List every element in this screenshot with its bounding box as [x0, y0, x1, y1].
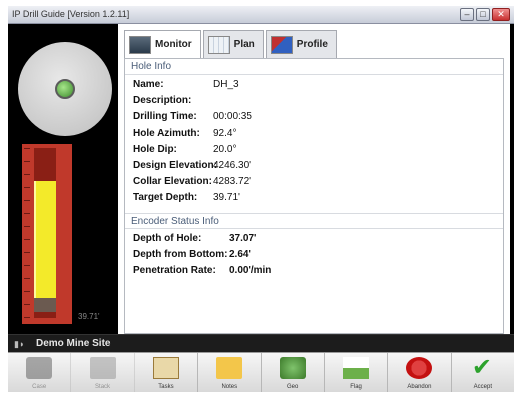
- info-value: 37.07': [229, 232, 257, 244]
- info-value: 4283.72': [213, 176, 252, 188]
- stack-icon: [89, 357, 116, 379]
- tool-label: Stack: [95, 384, 111, 390]
- signal-icon: ▮◗: [14, 339, 25, 349]
- abandon-icon: [406, 357, 433, 379]
- tab-monitor[interactable]: Monitor: [124, 30, 201, 58]
- info-value: 2.64': [229, 248, 251, 260]
- info-value: 4246.30': [213, 159, 252, 171]
- encoder-info-section: Depth of Hole: 37.07' Depth from Bottom: 2…: [125, 229, 503, 282]
- info-row: Name: DH_3: [133, 79, 503, 95]
- case-icon: [26, 357, 53, 379]
- info-row: Depth from Bottom: 2.64': [133, 249, 503, 265]
- bottom-toolbar: Case Stack Tasks Notes Geo Flag Abandon: [8, 352, 514, 392]
- tab-label: Plan: [233, 39, 255, 50]
- case-button[interactable]: Case: [8, 353, 72, 392]
- status-bar: ▮◗ Demo Mine Site: [8, 334, 514, 352]
- tool-label: Accept: [473, 384, 492, 390]
- app-window: IP Drill Guide [Version 1.2.11] – □ ✕ 39…: [8, 6, 514, 392]
- info-row: Design Elevation: 4246.30': [133, 160, 503, 176]
- plan-icon: [207, 35, 230, 54]
- info-key: Target Depth:: [133, 192, 198, 204]
- abandon-button[interactable]: Abandon: [388, 353, 452, 392]
- notes-icon: [216, 357, 243, 379]
- monitor-icon: [129, 35, 151, 54]
- tool-label: Case: [32, 384, 47, 390]
- tool-label: Tasks: [158, 384, 174, 390]
- info-value: 00:00:35: [213, 111, 252, 123]
- info-key: Design Elevation:: [133, 159, 217, 171]
- site-name: Demo Mine Site: [36, 338, 111, 349]
- info-value: 0.00'/min: [229, 264, 272, 276]
- info-key: Hole Dip:: [133, 143, 177, 155]
- tab-label: Profile: [296, 39, 328, 50]
- tool-label: Geo: [287, 384, 299, 390]
- gauge-scale: [24, 148, 30, 318]
- view-tabs: Monitor Plan Profile: [124, 30, 337, 58]
- close-button[interactable]: ✕: [492, 8, 510, 21]
- info-row: Hole Dip: 20.0°: [133, 144, 503, 160]
- info-row: Collar Elevation: 4283.72': [133, 176, 503, 192]
- info-key: Hole Azimuth:: [133, 127, 200, 139]
- profile-icon: [270, 35, 293, 54]
- info-row: Drilling Time: 00:00:35: [133, 111, 503, 127]
- tool-label: Notes: [221, 384, 238, 390]
- info-row: Depth of Hole: 37.07': [133, 233, 503, 249]
- info-value: DH_3: [213, 79, 239, 90]
- geo-icon: [279, 357, 306, 379]
- accept-button[interactable]: Accept: [452, 353, 514, 392]
- info-value: 20.0°: [213, 143, 237, 155]
- geo-button[interactable]: Geo: [262, 353, 325, 392]
- info-row: Hole Azimuth: 92.4°: [133, 128, 503, 144]
- info-key: Depth from Bottom:: [133, 248, 228, 260]
- target-dot-icon: [55, 79, 75, 99]
- info-value: 92.4°: [213, 127, 237, 139]
- info-row: Description:: [133, 95, 503, 111]
- hole-info-section: Name: DH_3 Description: Drilling Time: 00:…: [125, 75, 503, 209]
- tab-label: Monitor: [155, 39, 192, 50]
- info-key: Description:: [133, 95, 192, 107]
- flag-icon: [343, 357, 370, 379]
- gauge-bit-marker: [34, 298, 56, 312]
- main-content: Monitor Plan Profile Hole Info Name: DH_3…: [118, 24, 510, 334]
- tasks-icon: [152, 357, 179, 379]
- info-key: Name:: [133, 79, 164, 90]
- title-bar: IP Drill Guide [Version 1.2.11] – □ ✕: [8, 6, 514, 24]
- depth-gauge: [22, 144, 72, 324]
- info-key: Collar Elevation:: [133, 176, 212, 188]
- window-controls: – □ ✕: [460, 8, 510, 21]
- info-value: 39.71': [213, 192, 240, 204]
- notes-button[interactable]: Notes: [198, 353, 262, 392]
- accept-icon: [470, 353, 496, 382]
- direction-indicator: [18, 42, 112, 136]
- monitor-panel[interactable]: Hole Info Name: DH_3 Description: Drillin…: [124, 58, 504, 334]
- encoder-info-heading: Encoder Status Info: [125, 212, 503, 229]
- tab-plan[interactable]: Plan: [202, 30, 264, 58]
- info-row: Target Depth: 39.71': [133, 192, 503, 208]
- maximize-button[interactable]: □: [476, 8, 490, 21]
- minimize-button[interactable]: –: [460, 8, 474, 21]
- info-row: Penetration Rate: 0.00'/min: [133, 265, 503, 281]
- stack-button[interactable]: Stack: [71, 353, 135, 392]
- tab-profile[interactable]: Profile: [265, 30, 337, 58]
- window-title: IP Drill Guide [Version 1.2.11]: [12, 9, 130, 19]
- tool-label: Abandon: [407, 384, 432, 390]
- tasks-button[interactable]: Tasks: [135, 353, 199, 392]
- hole-info-heading: Hole Info: [125, 59, 503, 75]
- info-key: Drilling Time:: [133, 111, 197, 123]
- flag-button[interactable]: Flag: [325, 353, 389, 392]
- gauge-depth-label: 39.71': [78, 312, 100, 321]
- left-panel: 39.71': [8, 24, 118, 334]
- info-key: Penetration Rate:: [133, 264, 216, 276]
- info-key: Depth of Hole:: [133, 232, 202, 244]
- gauge-fill: [34, 181, 56, 298]
- tool-label: Flag: [350, 384, 362, 390]
